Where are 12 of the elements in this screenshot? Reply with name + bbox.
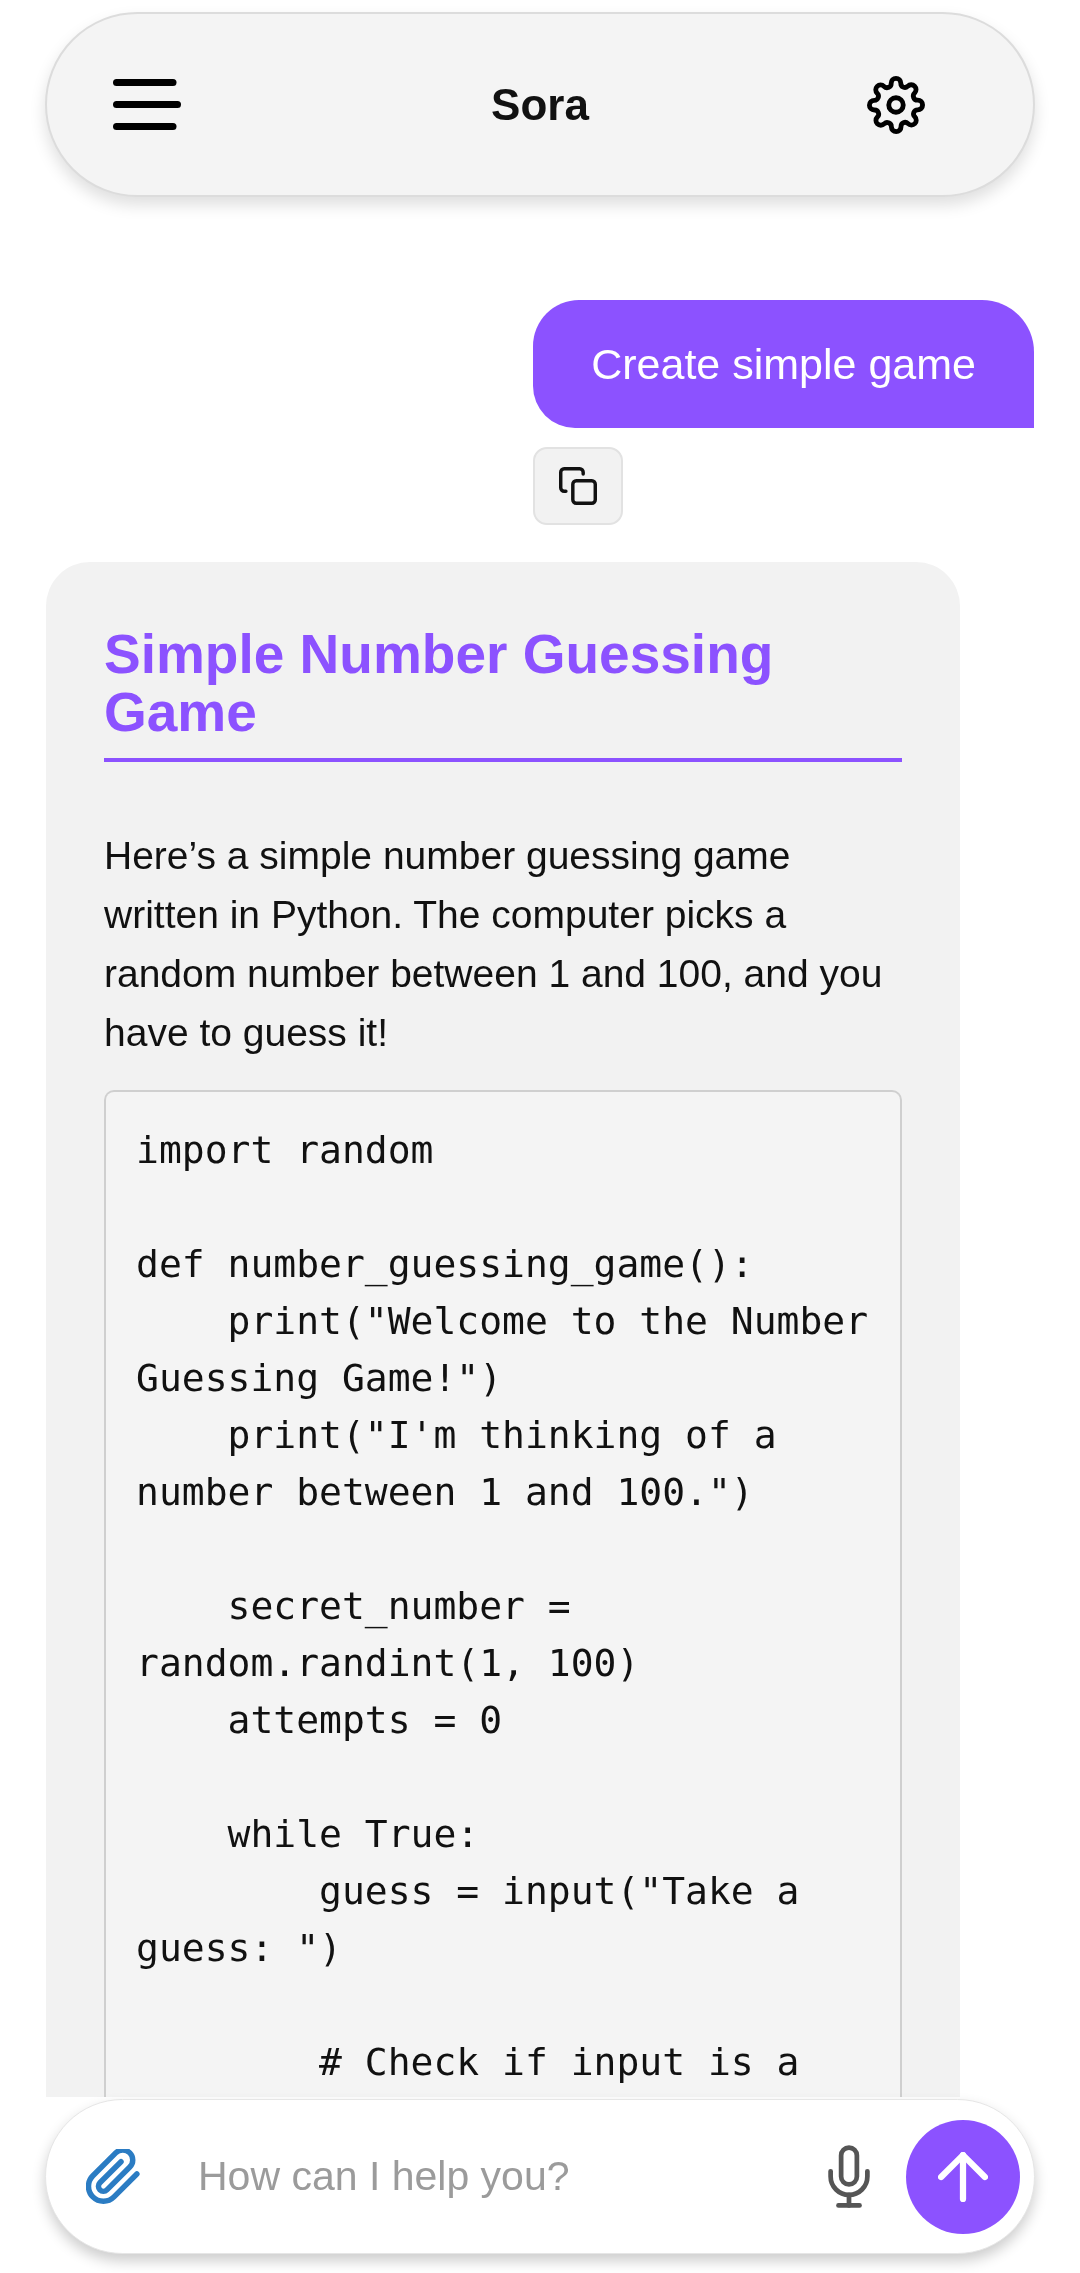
copy-button[interactable] bbox=[533, 447, 624, 525]
message-paragraph: Here’s a simple number guessing game written in Python. The computer picks a random number between 1 and 100, and you have to guess it! bbox=[104, 833, 884, 1056]
code-text: import random def number_guessing_game(): print("Welcome to the Number Guessing Game!") print("I'm thinking of a number between 1 and 100.") secret_number = random.randint(1, 100) attempts = 0 while True: guess = input("Take a guess: ") # Check if input is a bbox=[136, 1127, 870, 2086]
user-message-bubble: Create simple game bbox=[533, 300, 1034, 428]
app-title: Sora bbox=[491, 79, 589, 130]
settings-icon[interactable] bbox=[867, 75, 925, 134]
paperclip-icon[interactable] bbox=[86, 2148, 142, 2205]
message-input[interactable]: How can I help you? bbox=[198, 2146, 808, 2207]
menu-icon[interactable] bbox=[113, 79, 181, 130]
microphone-icon[interactable] bbox=[828, 2145, 870, 2208]
message-heading: Simple Number Guessing Game bbox=[104, 625, 902, 762]
copy-icon bbox=[559, 467, 598, 505]
